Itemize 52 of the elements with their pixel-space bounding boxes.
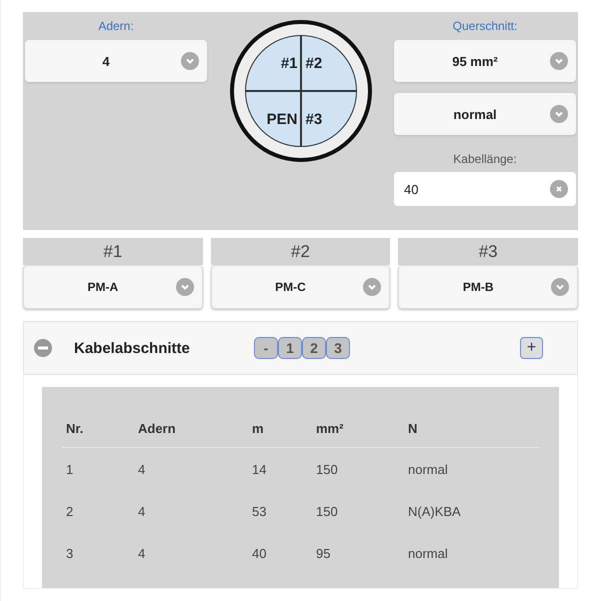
table-cell-text: 40 (252, 546, 268, 560)
conductor-label: #3 (302, 92, 356, 146)
length-input[interactable]: 40 (394, 172, 576, 206)
section-title: Kabelabschnitte (74, 340, 191, 356)
pager-button[interactable]: 3 (326, 337, 350, 359)
table-cell-text: 4 (138, 504, 146, 518)
conductor-label: #1 (246, 36, 300, 90)
table-cell: N(A)KBA (408, 504, 461, 518)
table-cell-text: 4 (138, 462, 146, 476)
chevron-down-icon (551, 278, 570, 296)
adern-select[interactable]: 4 (25, 40, 207, 82)
phase-select[interactable]: PM-B (398, 265, 578, 309)
section-header[interactable]: Kabelabschnitte - 1 2 3 + (23, 321, 578, 375)
column-header: N (408, 420, 418, 436)
chevron-down-icon (181, 52, 199, 70)
chevron-down-icon (176, 278, 194, 296)
chevron-down-icon (363, 278, 382, 296)
querschnitt-select[interactable]: 95 mm² (394, 40, 576, 82)
conductor-label: #2 (302, 36, 356, 90)
chevron-down-icon (550, 52, 568, 70)
column-header: mm² (316, 420, 344, 436)
column-header: Adern (138, 420, 177, 436)
table-cell: normal (408, 462, 448, 476)
conductor-label: PEN (246, 92, 300, 146)
table-cell-text: 4 (138, 546, 146, 560)
phase-header: #2 (210, 238, 390, 265)
pager-button[interactable]: - (254, 337, 278, 359)
pager-button[interactable]: 1 (278, 337, 302, 359)
table-cell: normal (408, 546, 448, 560)
table-cell-text: 150 (316, 462, 339, 476)
phase-header: #1 (23, 238, 203, 265)
pager-button[interactable]: 2 (302, 337, 326, 359)
collapse-icon[interactable] (34, 339, 52, 357)
phase-select[interactable]: PM-A (23, 265, 203, 309)
column-header: Nr. (66, 420, 84, 436)
table-cell-text: 1 (66, 462, 74, 476)
table-cell-text: 95 (316, 546, 332, 560)
column-header: m (252, 420, 265, 436)
cable-type-select[interactable]: normal (394, 93, 576, 135)
querschnitt-label: Querschnitt: (452, 18, 518, 35)
chevron-down-icon (550, 105, 568, 123)
table-cell-text: 2 (66, 504, 74, 518)
phase-select[interactable]: PM-C (210, 265, 390, 309)
length-label: Kabellänge: (452, 151, 518, 168)
clear-icon[interactable] (550, 180, 568, 198)
table-cell-text: 53 (252, 504, 268, 518)
add-button[interactable]: + (520, 337, 543, 359)
table-cell-text: 3 (66, 546, 74, 560)
phase-header: #3 (398, 238, 578, 265)
adern-label: Adern: (97, 18, 135, 35)
table-cell-text: 14 (252, 462, 268, 476)
table-cell-text: 150 (316, 504, 339, 518)
